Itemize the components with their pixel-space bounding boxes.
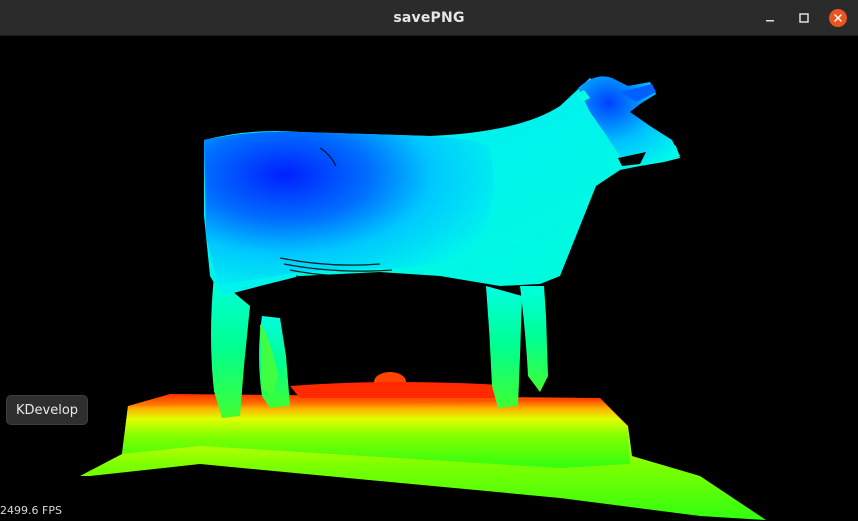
depth-render-canvas bbox=[80, 76, 766, 520]
close-icon bbox=[829, 8, 847, 27]
fps-counter: 2499.6 FPS bbox=[0, 504, 62, 517]
minimize-button[interactable] bbox=[760, 8, 780, 28]
window-controls bbox=[760, 0, 848, 35]
minimize-icon bbox=[764, 12, 776, 24]
window-title: savePNG bbox=[393, 9, 465, 26]
app-window: savePNG KDevelop 2499.6 FPS bbox=[0, 0, 858, 521]
maximize-icon bbox=[798, 12, 810, 24]
taskbar-tooltip: KDevelop bbox=[6, 395, 89, 425]
maximize-button[interactable] bbox=[794, 8, 814, 28]
title-bar[interactable]: savePNG bbox=[0, 0, 858, 36]
base-platform bbox=[80, 372, 766, 520]
close-button[interactable] bbox=[828, 8, 848, 28]
render-viewport[interactable]: KDevelop bbox=[0, 36, 858, 521]
